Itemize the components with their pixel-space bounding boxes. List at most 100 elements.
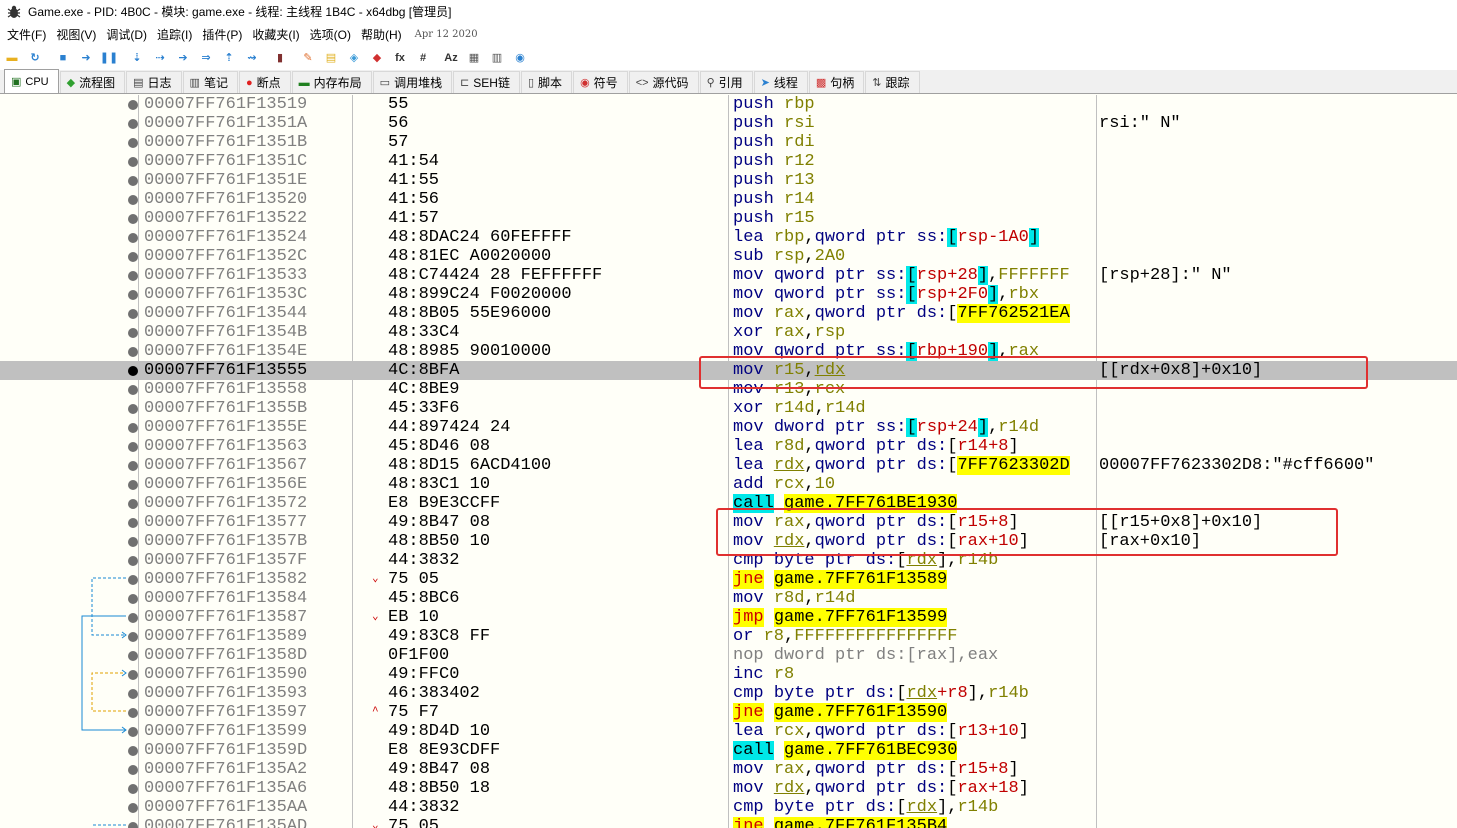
opcode-bytes: 48:8B50 18 <box>388 779 491 798</box>
menu-item-3[interactable]: 追踪(I) <box>152 26 197 43</box>
disasm-row[interactable]: 00007FF761F1351B 57 push rdi <box>0 133 1457 152</box>
about-icon[interactable]: ◉ <box>511 49 529 67</box>
run-to-user-code-icon[interactable]: ⇝ <box>243 49 261 67</box>
opcode-bytes: 41:57 <box>388 209 440 228</box>
disasm-row[interactable]: 00007FF761F13599 49:8D4D 10 lea rcx,qword … <box>0 722 1457 741</box>
tab-0[interactable]: ▣ CPU <box>4 69 59 93</box>
instruction-token: inc <box>733 665 774 684</box>
disasm-row[interactable]: 00007FF761F1354B 48:33C4 xor rax,rsp <box>0 323 1457 342</box>
instruction-token: mov <box>733 760 774 779</box>
menu-item-0[interactable]: 文件(F) <box>2 26 51 43</box>
execute-till-return-icon[interactable]: ⇡ <box>220 49 238 67</box>
instruction-token: rsp+24 <box>916 418 978 437</box>
disasm-row[interactable]: 00007FF761F13597 ^ 75 F7 jne game.7FF761F13… <box>0 703 1457 722</box>
instruction-token: +r8 <box>937 684 968 703</box>
restart-icon[interactable]: ↻ <box>26 49 44 67</box>
open-icon[interactable]: ▬ <box>3 49 21 67</box>
menu-item-4[interactable]: 插件(P) <box>197 26 247 43</box>
instruction: mov rdx,qword ptr ds:[rax+18] <box>733 779 1029 798</box>
trace-into-icon[interactable]: ➔ <box>174 49 192 67</box>
menu-item-1[interactable]: 视图(V) <box>51 26 101 43</box>
instruction-token: rax+18 <box>957 779 1019 798</box>
disasm-row[interactable]: 00007FF761F135A2 49:8B47 08 mov rax,qword … <box>0 760 1457 779</box>
disassembly-view[interactable]: 00007FF761F13519 55 push rbp 00007FF761F135… <box>0 95 1457 828</box>
title-bar: Game.exe - PID: 4B0C - 模块: game.exe - 线程… <box>0 0 1457 23</box>
function-icon[interactable]: ◆ <box>368 49 386 67</box>
disasm-row[interactable]: 00007FF761F13584 45:8BC6 mov r8d,r14d <box>0 589 1457 608</box>
comment-icon[interactable]: ✎ <box>299 49 317 67</box>
disasm-row[interactable]: 00007FF761F1359D E8 8E93CDFF call game.7FF… <box>0 741 1457 760</box>
disasm-row[interactable]: 00007FF761F1351A 56 push rsi rsi:" N" <box>0 114 1457 133</box>
disasm-row[interactable]: 00007FF761F13563 45:8D46 08 lea r8d,qword … <box>0 437 1457 456</box>
opcode-bytes: 49:8B47 08 <box>388 513 491 532</box>
script-icon[interactable]: ▮ <box>271 49 289 67</box>
tab-3[interactable]: ▥ 笔记 <box>182 71 238 93</box>
tab-10[interactable]: <> 源代码 <box>628 71 699 93</box>
tab-8[interactable]: ▯ 脚本 <box>520 71 573 93</box>
tab-12[interactable]: ➤ 线程 <box>753 71 808 93</box>
disasm-row[interactable]: 00007FF761F13544 48:8B05 55E96000 mov rax,… <box>0 304 1457 323</box>
pause-icon[interactable]: ❚❚ <box>100 49 118 67</box>
bookmark-icon[interactable]: ◈ <box>345 49 363 67</box>
disasm-row[interactable]: 00007FF761F13533 48:C74424 28 FEFFFFFF mov… <box>0 266 1457 285</box>
disasm-row[interactable]: 00007FF761F135A6 48:8B50 18 mov rdx,qword … <box>0 779 1457 798</box>
disasm-row[interactable]: 00007FF761F135AA 44:3832 cmp byte ptr ds:[… <box>0 798 1457 817</box>
disasm-row[interactable]: 00007FF761F1351C 41:54 push r12 <box>0 152 1457 171</box>
tab-13[interactable]: ▩ 句柄 <box>808 71 865 93</box>
menu-item-5[interactable]: 收藏夹(I) <box>247 26 304 43</box>
font-icon[interactable]: Az <box>442 49 460 67</box>
opcode-bytes: 48:8D15 6ACD4100 <box>388 456 552 475</box>
disasm-row[interactable]: 00007FF761F13589 49:83C8 FF or r8,FFFFFFFF… <box>0 627 1457 646</box>
menu-item-6[interactable]: 选项(O) <box>305 26 356 43</box>
tab-2[interactable]: ▤ 日志 <box>126 71 182 93</box>
tab-1[interactable]: ◆ 流程图 <box>59 71 126 93</box>
instruction-token: lea <box>733 722 774 741</box>
disasm-row[interactable]: 00007FF761F13567 48:8D15 6ACD4100 lea rdx,… <box>0 456 1457 475</box>
instruction-token <box>764 817 774 828</box>
disasm-row[interactable]: 00007FF761F1353C 48:899C24 F0020000 mov qw… <box>0 285 1457 304</box>
disasm-row[interactable]: 00007FF761F1358D 0F1F00 nop dword ptr ds:[… <box>0 646 1457 665</box>
hash-icon[interactable]: # <box>414 49 432 67</box>
disasm-row[interactable]: 00007FF761F135AD ⌄ 75 05 jne game.7FF761F13… <box>0 817 1457 828</box>
stop-icon[interactable]: ■ <box>54 49 72 67</box>
tab-4[interactable]: ● 断点 <box>238 71 291 93</box>
disasm-row[interactable]: 00007FF761F13519 55 push rbp <box>0 95 1457 114</box>
disasm-row[interactable]: 00007FF761F1351E 41:55 push r13 <box>0 171 1457 190</box>
disasm-row[interactable]: 00007FF761F13587 ⌄ EB 10 jmp game.7FF761F13… <box>0 608 1457 627</box>
step-over-icon[interactable]: ⇢ <box>151 49 169 67</box>
menu-item-7[interactable]: 帮助(H) <box>356 26 407 43</box>
disasm-row[interactable]: 00007FF761F1355B 45:33F6 xor r14d,r14d <box>0 399 1457 418</box>
label-icon[interactable]: ▤ <box>322 49 340 67</box>
tab-7[interactable]: ⊏ SEH链 <box>453 71 520 93</box>
disasm-row[interactable]: 00007FF761F13520 41:56 push r14 <box>0 190 1457 209</box>
jump-down-arrow-icon: ⌄ <box>372 573 379 585</box>
disasm-row[interactable]: 00007FF761F13524 48:8DAC24 60FEFFFF lea rb… <box>0 228 1457 247</box>
tab-6[interactable]: ▭ 调用堆栈 <box>372 71 453 93</box>
tab-5[interactable]: ▬ 内存布局 <box>291 71 372 93</box>
tab-label: 符号 <box>593 76 618 90</box>
instruction: jne game.7FF761F13589 <box>733 570 948 589</box>
disasm-row[interactable]: 00007FF761F1356E 48:83C1 10 add rcx,10 <box>0 475 1457 494</box>
run-icon[interactable]: ➜ <box>77 49 95 67</box>
disasm-row[interactable]: 00007FF761F13590 49:FFC0 inc r8 <box>0 665 1457 684</box>
comment: [rsp+28]:" N" <box>1099 266 1232 285</box>
instruction-token: mov <box>733 285 774 304</box>
disasm-row[interactable]: 00007FF761F1352C 48:81EC A0020000 sub rsp,… <box>0 247 1457 266</box>
disasm-row[interactable]: 00007FF761F13522 41:57 push r15 <box>0 209 1457 228</box>
instruction-token: r14d <box>814 589 856 608</box>
opcode-bytes: 44:3832 <box>388 798 460 817</box>
step-into-icon[interactable]: ⇣ <box>128 49 146 67</box>
disasm-row[interactable]: 00007FF761F1355E 44:897424 24 mov dword pt… <box>0 418 1457 437</box>
instruction-token: sub <box>733 247 774 266</box>
calculator-icon[interactable]: ▥ <box>488 49 506 67</box>
disasm-row[interactable]: 00007FF761F13593 46:383402 cmp byte ptr ds… <box>0 684 1457 703</box>
tab-9[interactable]: ◉ 符号 <box>573 71 628 93</box>
tab-14[interactable]: ⇅ 跟踪 <box>865 71 920 93</box>
trace-over-icon[interactable]: ⇒ <box>197 49 215 67</box>
disasm-row[interactable]: 00007FF761F13582 ⌄ 75 05 jne game.7FF761F13… <box>0 570 1457 589</box>
variables-icon[interactable]: ▦ <box>465 49 483 67</box>
menu-item-2[interactable]: 调试(D) <box>101 26 152 43</box>
instruction-token: , <box>947 798 958 817</box>
expression-icon[interactable]: fx <box>391 49 409 67</box>
tab-11[interactable]: ⚲ 引用 <box>699 71 753 93</box>
